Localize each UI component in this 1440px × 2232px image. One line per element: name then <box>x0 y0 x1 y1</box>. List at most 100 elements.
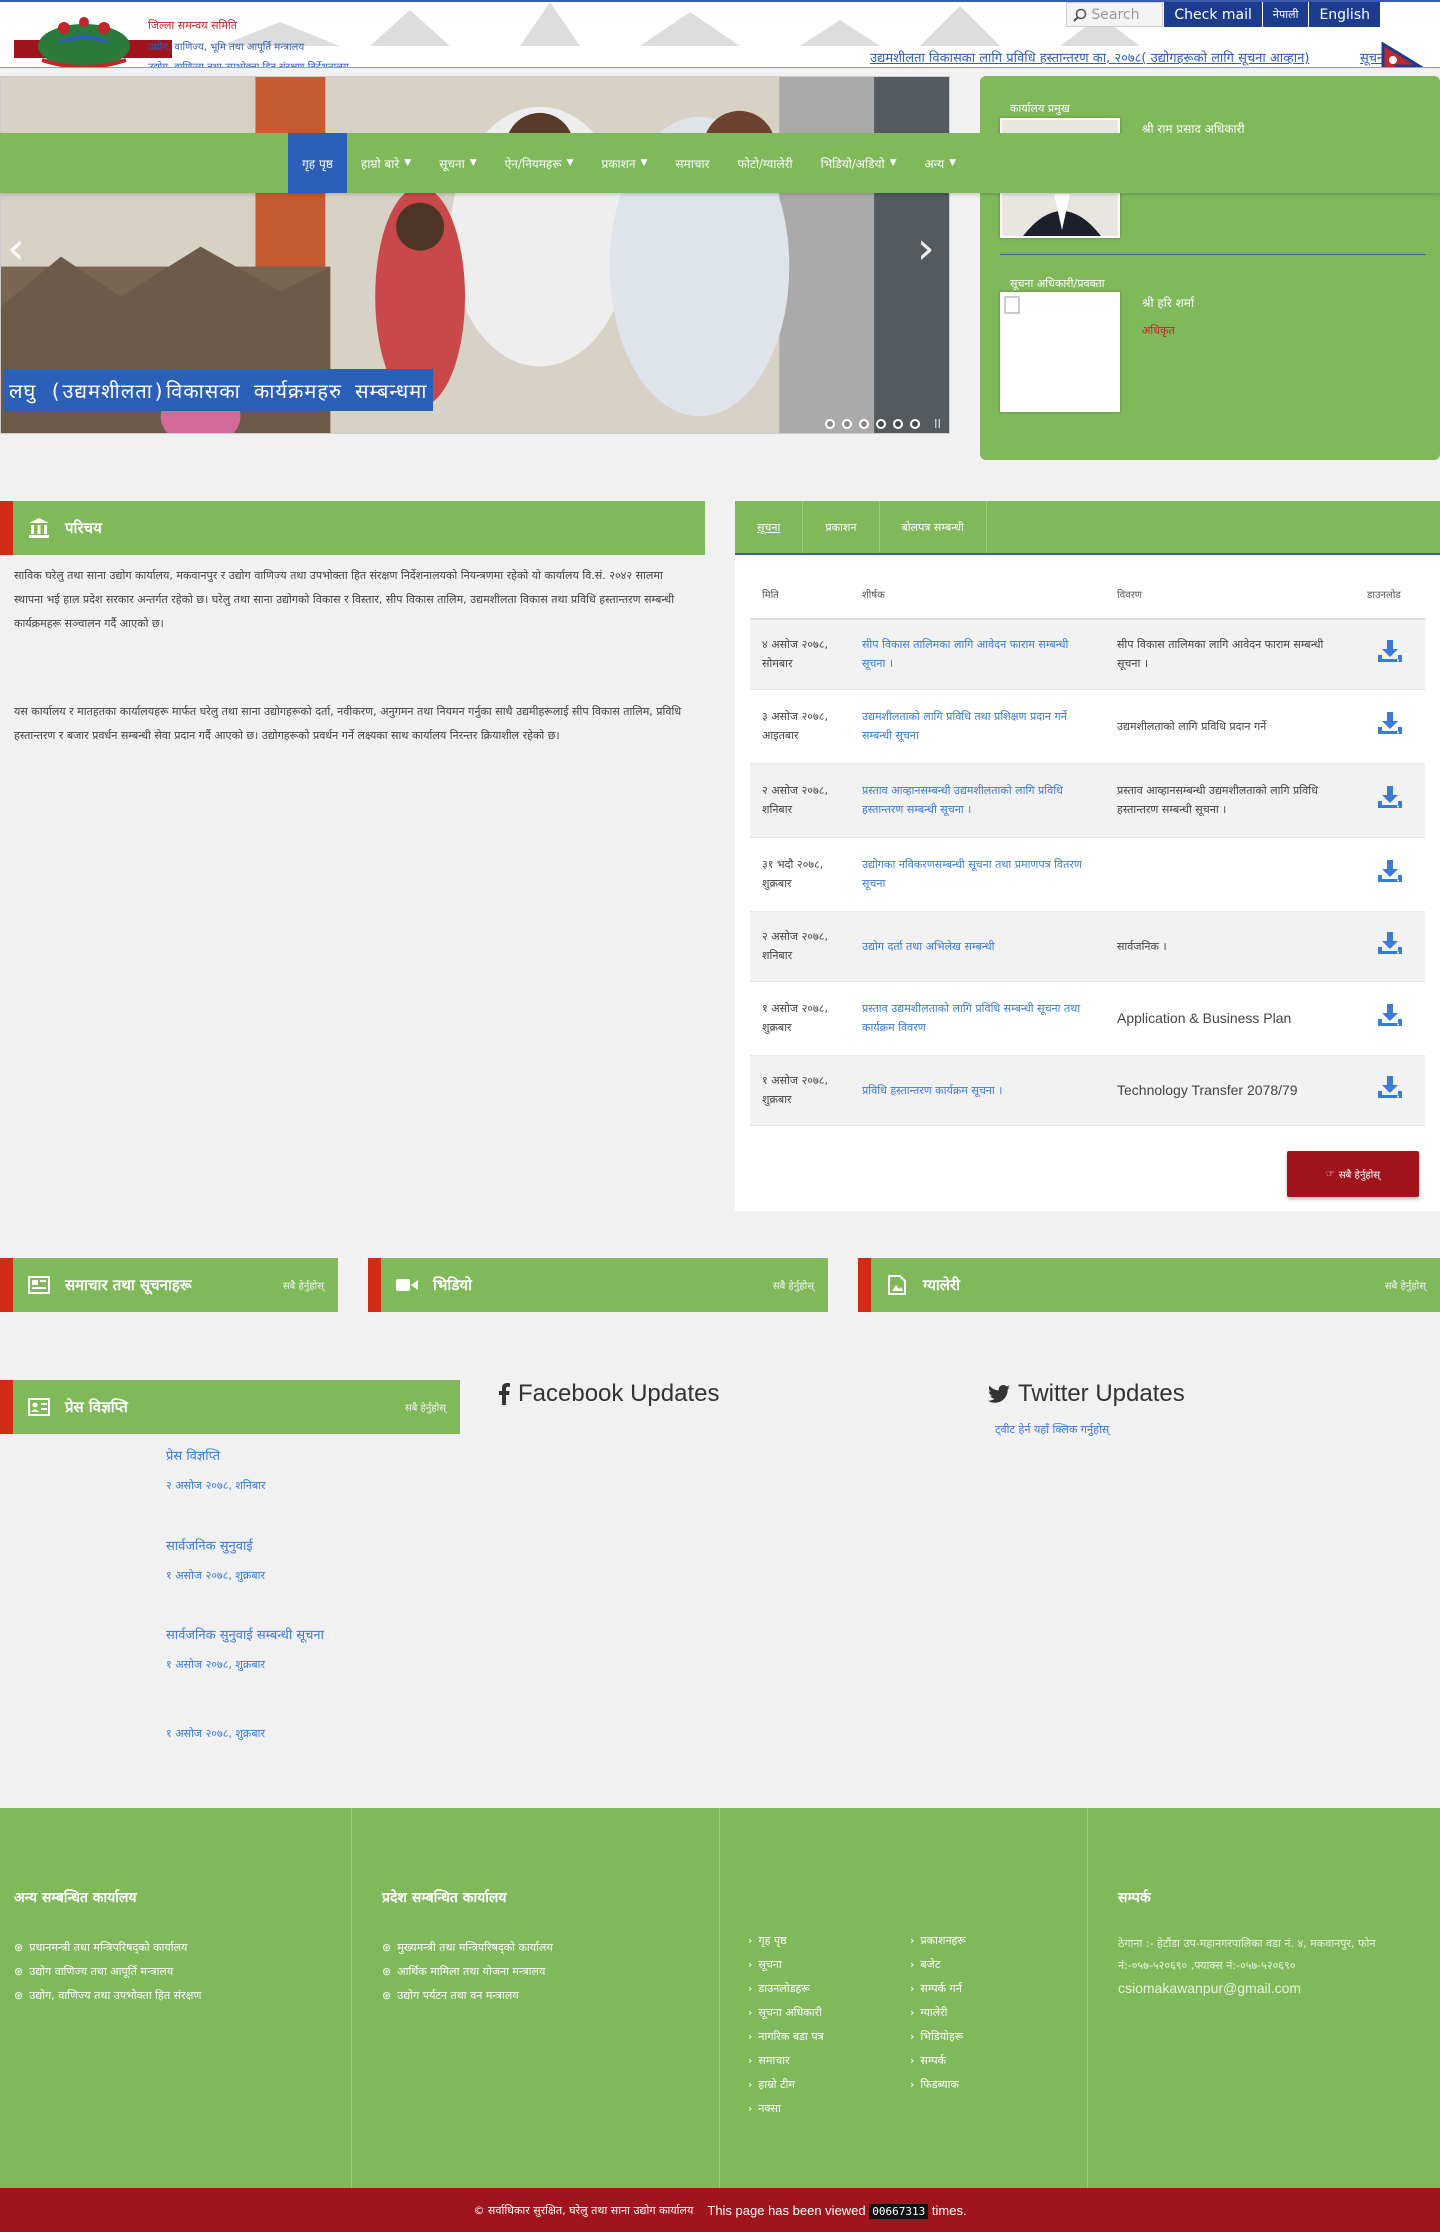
nav-item[interactable]: फोटो/ग्यालेरी <box>723 133 806 193</box>
download-icon[interactable] <box>1376 930 1404 956</box>
press-item-title[interactable]: सार्वजनिक सुनुवाई <box>166 1536 253 1554</box>
english-language-button[interactable]: English <box>1308 2 1380 27</box>
chevron-right-icon: › <box>748 2054 753 2067</box>
official-role: कार्यालय प्रमुख <box>1010 102 1070 115</box>
chevron-right-icon: › <box>910 2054 915 2067</box>
footer-link-label: नक्सा <box>758 2102 781 2115</box>
news-ticker-link[interactable]: उद्यमशीलता विकासका लागि प्रविधि हस्तान्त… <box>870 48 1309 66</box>
document-description: उद्यमशीलताको लागि प्रविधि प्रदान गर्ने <box>1105 689 1355 764</box>
footer-link-label: समाचार <box>758 2054 790 2067</box>
footer-column-other-offices: अन्य सम्बन्धित कार्यालय ⊛ प्रधानमन्त्री त… <box>0 1808 352 2188</box>
nav-item[interactable]: सूचना ▼ <box>425 133 490 193</box>
document-title-link[interactable]: उद्योगका नविकरणसम्बन्धी सूचना तथा प्रमाण… <box>850 837 1105 912</box>
footer-quick-link[interactable]: › सम्पर्क <box>910 2053 946 2068</box>
footer-link-label: प्रधानमन्त्री तथा मन्त्रिपरिषद्को कार्या… <box>29 1941 188 1954</box>
slider-dot[interactable] <box>893 419 903 429</box>
footer-quick-link[interactable]: › फिडब्याक <box>910 2077 959 2092</box>
globe-icon: ⊛ <box>14 1965 24 1978</box>
slider-prev-icon[interactable]: ‹ <box>7 227 25 271</box>
nav-item[interactable]: अन्य ▼ <box>911 133 971 193</box>
press-more-link[interactable]: सबै हेर्नुहोस् <box>405 1400 446 1414</box>
document-title-link[interactable]: सीप विकास तालिमका लागि आवेदन फाराम सम्बन… <box>850 619 1105 690</box>
footer-quick-link[interactable]: › नक्सा <box>748 2101 781 2116</box>
footer-quick-link[interactable]: › हाम्रो टीम <box>748 2077 795 2092</box>
footer-quick-link[interactable]: › सूचना अधिकारी <box>748 2005 822 2020</box>
nav-item[interactable]: समाचार <box>661 133 723 193</box>
footer-link[interactable]: ⊛ मुख्यमन्त्री तथा मन्त्रिपरिषद्को कार्या… <box>382 1940 553 1955</box>
footer-link-label: गृह पृष्ठ <box>758 1934 787 1947</box>
search-input[interactable]: Search <box>1066 2 1164 27</box>
slide-caption[interactable]: लघु (उद्यमशीलता)विकासका कार्यक्रमहरु सम्… <box>3 369 434 411</box>
view-all-button[interactable]: ☞ सबै हेर्नुहोस् <box>1287 1151 1419 1197</box>
footer-quick-link[interactable]: › ग्यालेरी <box>910 2005 948 2020</box>
footer-link[interactable]: ⊛ उद्योग पर्यटन तथा वन मन्त्रालय <box>382 1988 519 2003</box>
twitter-timeline-link[interactable]: ट्वीट हेर्न यहाँ क्लिक गर्नुहोस् <box>995 1422 1109 1437</box>
nav-item[interactable]: भिडियो/अडियो ▼ <box>807 133 911 193</box>
footer-link[interactable]: ⊛ आर्थिक मामिला तथा योजना मन्त्रालय <box>382 1964 545 1979</box>
press-item-title[interactable]: सार्वजनिक सुनुवाई सम्बन्धी सूचना <box>166 1625 324 1643</box>
nav-item[interactable]: हाम्रो बारे ▼ <box>347 133 425 193</box>
footer-quick-link[interactable]: › भिडियोहरू <box>910 2029 963 2044</box>
download-cell <box>1355 837 1425 912</box>
footer-quick-link[interactable]: › गृह पृष्ठ <box>748 1933 787 1948</box>
download-icon[interactable] <box>1376 1074 1404 1100</box>
document-date: १ असोज २०७८, शुक्रबार <box>750 981 850 1056</box>
chevron-right-icon: › <box>748 2006 753 2019</box>
search-placeholder: Search <box>1091 6 1140 23</box>
download-icon[interactable] <box>1376 1002 1404 1028</box>
intro-paragraph: यस कार्यालय र मातहतका कार्यालयहरू मार्फत… <box>14 705 682 742</box>
slider-next-icon[interactable]: › <box>917 227 935 271</box>
footer-quick-link[interactable]: › बजेट <box>910 1957 940 1972</box>
download-icon[interactable] <box>1376 858 1404 884</box>
footer-column-quick-links: › गृह पृष्ठ › सूचना › डाउनलोडहरू › सूचना अधिकार… <box>720 1808 1088 2188</box>
footer-quick-link[interactable]: › नागरिक बडा पत्र <box>748 2029 824 2044</box>
globe-icon: ⊛ <box>14 1941 24 1954</box>
download-icon[interactable] <box>1376 638 1404 664</box>
document-title-link[interactable]: उद्योग दर्ता तथा अभिलेख सम्बन्धी <box>850 911 1105 982</box>
contact-address: ठेगाना :- हेटौंडा उप-महानगरपालिका वडा नं… <box>1118 1933 1428 2001</box>
footer-quick-link[interactable]: › सम्पर्क गर्न <box>910 1981 962 1996</box>
document-title-link[interactable]: प्रस्ताव आव्हानसम्बन्धी उद्यमशीलताको लाग… <box>850 763 1105 838</box>
twitter-updates-header: Twitter Updates <box>988 1380 1185 1408</box>
document-title-link[interactable]: उद्यमशीलताको लागि प्रविधि तथा प्रशिक्षण … <box>850 689 1105 764</box>
slider-dot[interactable] <box>825 419 835 429</box>
footer-link[interactable]: ⊛ उद्योग, वाणिज्य तथा उपभोक्ता हित संरक्ष… <box>14 1988 201 2003</box>
footer-link-label: भिडियोहरू <box>920 2030 964 2043</box>
slider-dot[interactable] <box>876 419 886 429</box>
check-mail-button[interactable]: Check mail <box>1163 2 1262 27</box>
slider-dot[interactable] <box>859 419 869 429</box>
document-title-link[interactable]: प्रस्ताव उद्यमशीलताको लागि प्रविधि सम्बन… <box>850 981 1105 1056</box>
institution-icon <box>27 516 51 540</box>
footer-link-label: सूचना <box>758 1958 782 1971</box>
office-name: जिल्ला समन्वय समिति <box>148 19 238 32</box>
footer-link[interactable]: ⊛ उद्योग वाणिज्य तथा आपूर्ति मन्त्रालय <box>14 1964 173 1979</box>
news-more-link[interactable]: सबै हेर्नुहोस् <box>283 1278 324 1292</box>
press-title: प्रेस विज्ञप्ति <box>65 1398 128 1416</box>
slider-dot[interactable] <box>842 419 852 429</box>
slider-dot[interactable] <box>910 419 920 429</box>
document-title-link[interactable]: प्रविधि हस्तान्तरण कार्यक्रम सूचना । <box>850 1055 1105 1126</box>
contact-email[interactable]: csiomakawanpur@gmail.com <box>1118 1980 1301 1996</box>
nav-item[interactable]: गृह पृष्ठ <box>288 133 347 193</box>
nav-item[interactable]: ऐन/नियमहरू ▼ <box>491 133 588 193</box>
download-icon[interactable] <box>1376 710 1404 736</box>
gallery-more-link[interactable]: सबै हेर्नुहोस् <box>1385 1278 1426 1292</box>
download-icon[interactable] <box>1376 784 1404 810</box>
footer-quick-link[interactable]: › प्रकाशनहरू <box>910 1933 966 1948</box>
nav-item[interactable]: प्रकाशन ▼ <box>588 133 662 193</box>
footer-quick-link[interactable]: › डाउनलोडहरू <box>748 1981 810 1996</box>
slider-pause-icon[interactable]: II <box>934 417 941 431</box>
footer-quick-link[interactable]: › समाचार <box>748 2053 790 2068</box>
tab-tenders[interactable]: बोलपत्र सम्बन्धी <box>880 501 987 553</box>
tab-publications[interactable]: प्रकाशन <box>803 501 880 553</box>
video-more-link[interactable]: सबै हेर्नुहोस् <box>773 1278 814 1292</box>
image-slider[interactable]: ‹ › लघु (उद्यमशीलता)विकासका कार्यक्रमहरु… <box>0 76 950 434</box>
footer-link[interactable]: ⊛ प्रधानमन्त्री तथा मन्त्रिपरिषद्को कार्य… <box>14 1940 187 1955</box>
footer-quick-link[interactable]: › सूचना <box>748 1957 782 1972</box>
chevron-right-icon: › <box>910 1982 915 1995</box>
tab-notices[interactable]: सूचना <box>735 501 804 553</box>
newspaper-icon <box>27 1273 51 1297</box>
press-item-date: १ असोज २०७८, शुक्रबार <box>166 1727 265 1740</box>
press-item-title[interactable]: प्रेस विज्ञप्ति <box>166 1446 220 1464</box>
nepali-language-button[interactable]: नेपाली <box>1261 2 1309 27</box>
